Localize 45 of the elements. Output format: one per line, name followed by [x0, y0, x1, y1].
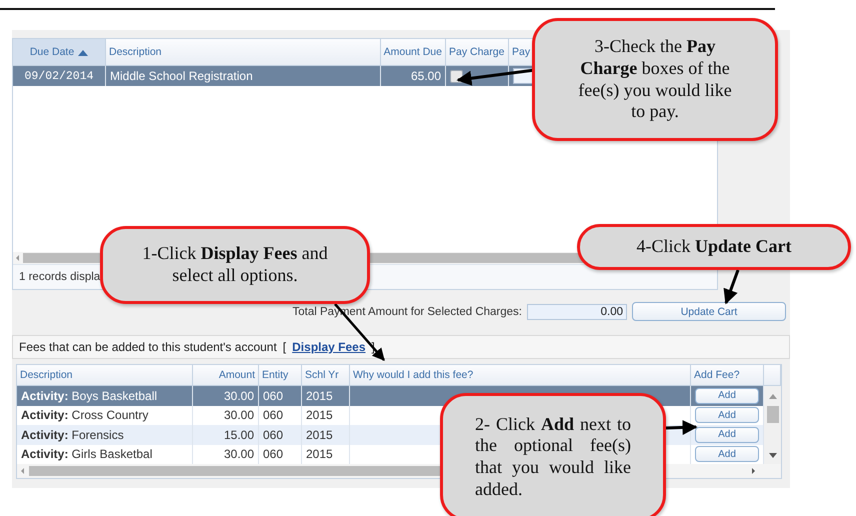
- column-header[interactable]: Pay Charge: [446, 39, 509, 65]
- table-cell: Middle School Registration: [110, 69, 253, 83]
- table-cell: Activity: Forensics: [21, 428, 124, 442]
- fees-section-title: Fees that can be added to this student's account: [19, 340, 277, 354]
- table-cell: 060: [263, 388, 284, 403]
- table-cell: 060: [263, 408, 284, 422]
- table-cell: Activity: Cross Country: [21, 408, 148, 422]
- sort-ascending-icon: [78, 48, 88, 56]
- add-fee-button[interactable]: Add: [695, 446, 759, 462]
- table-cell: 2015: [306, 447, 333, 462]
- table-cell: Activity: Girls Basketbal: [21, 447, 152, 462]
- table-cell: 09/02/2014: [24, 70, 94, 82]
- scroll-down-icon[interactable]: [768, 450, 778, 458]
- display-fees-link[interactable]: Display Fees: [292, 340, 366, 354]
- add-fee-button[interactable]: Add: [695, 426, 759, 443]
- column-header[interactable]: Amount Due: [381, 39, 446, 65]
- table-cell: 060: [263, 447, 284, 462]
- bracket: [: [282, 340, 286, 354]
- callout-text: 1-Click Display Fees and select all options.: [141, 243, 329, 287]
- column-header[interactable]: Why would I add this fee?: [353, 369, 474, 381]
- column-header[interactable]: Entity: [262, 369, 288, 381]
- pointer-arrow: [666, 420, 698, 435]
- scrollbar-thumb[interactable]: [766, 406, 778, 422]
- pointer-arrow: [724, 269, 740, 304]
- add-fee-button[interactable]: Add: [695, 388, 759, 404]
- column-header[interactable]: Schl Yr: [305, 369, 339, 381]
- table-cell: 30.00: [224, 408, 254, 422]
- column-header[interactable]: Description: [20, 369, 73, 381]
- add-fee-button[interactable]: Add: [695, 407, 759, 424]
- table-cell: 30.00: [224, 388, 254, 403]
- table-cell: 2015: [306, 408, 333, 422]
- table-cell: 2015: [306, 428, 333, 442]
- column-header[interactable]: Amount: [218, 369, 255, 381]
- column-header[interactable]: Description: [106, 39, 381, 65]
- total-amount-field[interactable]: 0.00: [527, 304, 627, 320]
- update-cart-button[interactable]: Update Cart: [632, 302, 786, 321]
- callout-text: 4-Click Update Cart: [636, 236, 792, 258]
- table-cell: 2015: [306, 388, 333, 403]
- table-cell: 65.00: [410, 69, 441, 83]
- table-cell: 30.00: [224, 447, 254, 462]
- table-cell: 060: [263, 428, 284, 442]
- table-cell: 15.00: [224, 428, 254, 442]
- column-header[interactable]: Add Fee?: [694, 369, 740, 381]
- column-header[interactable]: Due Date: [13, 39, 106, 65]
- table-cell: Activity: Boys Basketball: [21, 388, 158, 403]
